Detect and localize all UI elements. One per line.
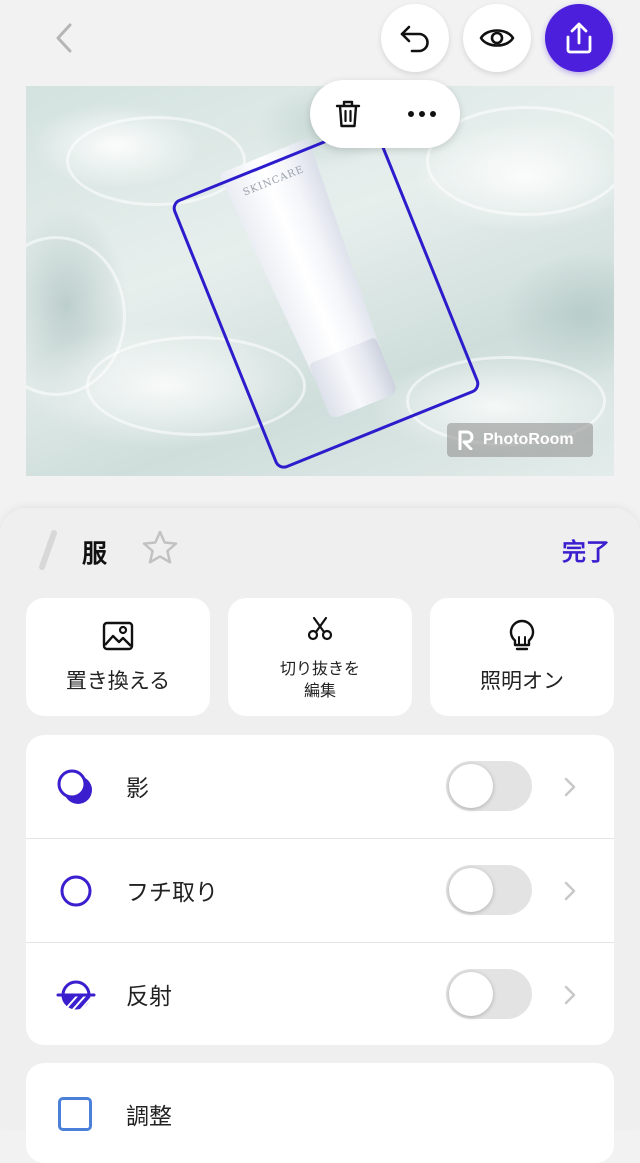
toggle-knob [449, 868, 493, 912]
lighting-label: 照明オン [480, 669, 564, 693]
undo-icon [400, 25, 429, 53]
watermark-text: PhotoRoom [483, 431, 574, 448]
photoroom-logo-icon [458, 430, 474, 450]
outline-toggle[interactable] [446, 865, 532, 915]
reflection-label: 反射 [126, 984, 172, 1010]
more-options-button[interactable] [398, 90, 446, 138]
done-button[interactable]: 完了 [562, 532, 610, 567]
delete-button[interactable] [324, 90, 372, 138]
star-outline-icon[interactable] [140, 528, 180, 568]
image-icon [101, 619, 135, 653]
outline-label: フチ取り [126, 880, 218, 906]
shadow-label: 影 [126, 776, 149, 802]
outline-icon [60, 875, 92, 907]
chevron-right-icon[interactable] [560, 981, 580, 1009]
preview-button[interactable] [463, 4, 531, 72]
top-bar [0, 0, 640, 80]
list-item-outline[interactable]: フチ取り [26, 839, 614, 942]
edit-cutout-label: 切り抜きを 編集 [279, 659, 360, 700]
adjust-icon [58, 1097, 92, 1131]
more-horizontal-icon [408, 111, 436, 117]
replace-button[interactable]: 置き換える [26, 598, 210, 716]
scissors-icon [303, 612, 337, 646]
share-icon [566, 22, 592, 54]
list-item-shadow[interactable]: 影 [26, 735, 614, 838]
sheet-header: 服 完了 [0, 508, 640, 590]
lightbulb-icon [505, 619, 539, 653]
shadow-icon [57, 769, 92, 804]
layer-context-menu [310, 80, 460, 148]
share-button[interactable] [545, 4, 613, 72]
chevron-right-icon[interactable] [560, 877, 580, 905]
reflection-icon [56, 980, 96, 1015]
photoroom-watermark: PhotoRoom [447, 423, 593, 457]
edit-cutout-button[interactable]: 切り抜きを 編集 [228, 598, 412, 716]
chevron-right-icon[interactable] [560, 773, 580, 801]
trash-icon [335, 100, 361, 128]
shadow-toggle[interactable] [446, 761, 532, 811]
undo-button[interactable] [381, 4, 449, 72]
layer-edit-sheet: 服 完了 置き換える 切り抜きを 編集 照明オン 影 フチ取り 反射 調整 [0, 508, 640, 1163]
list-item-adjust[interactable]: 調整 [26, 1063, 614, 1163]
toggle-knob [449, 972, 493, 1016]
chevron-left-icon [56, 23, 72, 53]
layer-thumbnail[interactable] [36, 530, 62, 570]
reflection-toggle[interactable] [446, 969, 532, 1019]
lighting-button[interactable]: 照明オン [430, 598, 614, 716]
effects-list: 影 フチ取り 反射 [26, 735, 614, 1045]
layer-name: 服 [82, 539, 108, 568]
eye-icon [479, 29, 515, 47]
toggle-knob [449, 764, 493, 808]
back-button[interactable] [34, 8, 94, 68]
adjust-label: 調整 [126, 1104, 172, 1130]
replace-label: 置き換える [65, 669, 171, 693]
list-item-reflection[interactable]: 反射 [26, 943, 614, 1045]
editor-canvas[interactable]: SKINCARE PhotoRoom [26, 86, 614, 476]
